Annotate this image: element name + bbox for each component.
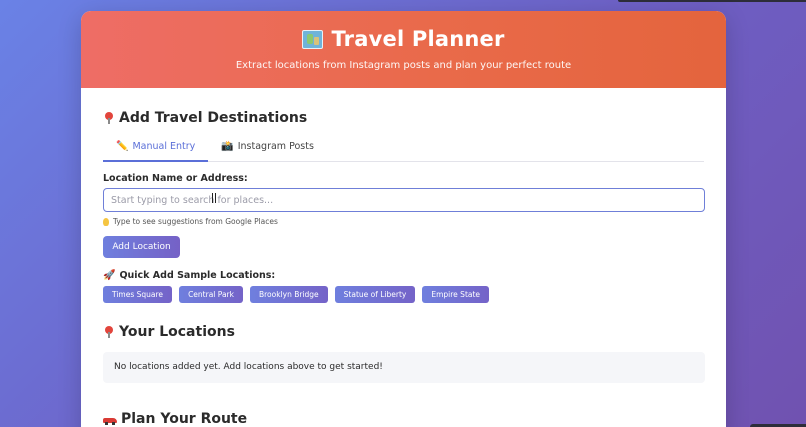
- car-icon: [103, 416, 117, 425]
- add-destinations-heading: Add Travel Destinations: [103, 110, 704, 126]
- window-top-strip: [618, 0, 806, 2]
- add-location-button[interactable]: Add Location: [103, 236, 180, 258]
- page-title: Travel Planner: [81, 11, 726, 51]
- quick-add-heading: 🚀 Quick Add Sample Locations:: [103, 270, 704, 281]
- plan-route-title: Plan Your Route: [121, 411, 248, 427]
- camera-icon: 📸: [221, 141, 234, 152]
- location-search-input[interactable]: [103, 188, 705, 212]
- rocket-icon: 🚀: [103, 270, 116, 281]
- sample-statue-of-liberty-button[interactable]: Statue of Liberty: [334, 286, 416, 303]
- location-field-label: Location Name or Address:: [103, 173, 248, 184]
- tab-instagram-posts-label: Instagram Posts: [237, 141, 314, 152]
- tab-manual-entry-label: Manual Entry: [132, 141, 196, 152]
- add-destinations-title: Add Travel Destinations: [119, 110, 308, 126]
- app-header: Travel Planner Extract locations from In…: [81, 11, 726, 88]
- text-cursor-icon: [212, 193, 216, 203]
- tab-manual-entry[interactable]: ✏️ Manual Entry: [103, 140, 209, 162]
- sample-central-park-button[interactable]: Central Park: [179, 286, 243, 303]
- title-text: Travel Planner: [331, 27, 505, 51]
- your-locations-title: Your Locations: [119, 324, 235, 340]
- sample-locations: Times Square Central Park Brooklyn Bridg…: [103, 286, 704, 303]
- main-content: Add Travel Destinations ✏️ Manual Entry …: [81, 110, 726, 427]
- sample-empire-state-button[interactable]: Empire State: [422, 286, 490, 303]
- sample-times-square-button[interactable]: Times Square: [103, 286, 173, 303]
- locations-empty-state: No locations added yet. Add locations ab…: [103, 352, 705, 383]
- sample-brooklyn-bridge-button[interactable]: Brooklyn Bridge: [249, 286, 328, 303]
- world-map-icon: [302, 29, 324, 49]
- your-locations-heading: Your Locations: [103, 324, 704, 340]
- quick-add-label: Quick Add Sample Locations:: [119, 270, 276, 281]
- search-hint: Type to see suggestions from Google Plac…: [103, 217, 704, 226]
- plan-route-heading: Plan Your Route: [103, 411, 704, 427]
- lightbulb-icon: [103, 217, 109, 226]
- tab-instagram-posts[interactable]: 📸 Instagram Posts: [208, 140, 327, 162]
- pin-icon: [103, 325, 115, 339]
- pencil-icon: ✏️: [116, 141, 129, 152]
- page-subtitle: Extract locations from Instagram posts a…: [235, 60, 572, 71]
- pin-icon: [103, 111, 115, 125]
- entry-tabs: ✏️ Manual Entry 📸 Instagram Posts: [103, 140, 704, 162]
- search-hint-text: Type to see suggestions from Google Plac…: [113, 217, 278, 226]
- planner-card: Travel Planner Extract locations from In…: [81, 11, 726, 427]
